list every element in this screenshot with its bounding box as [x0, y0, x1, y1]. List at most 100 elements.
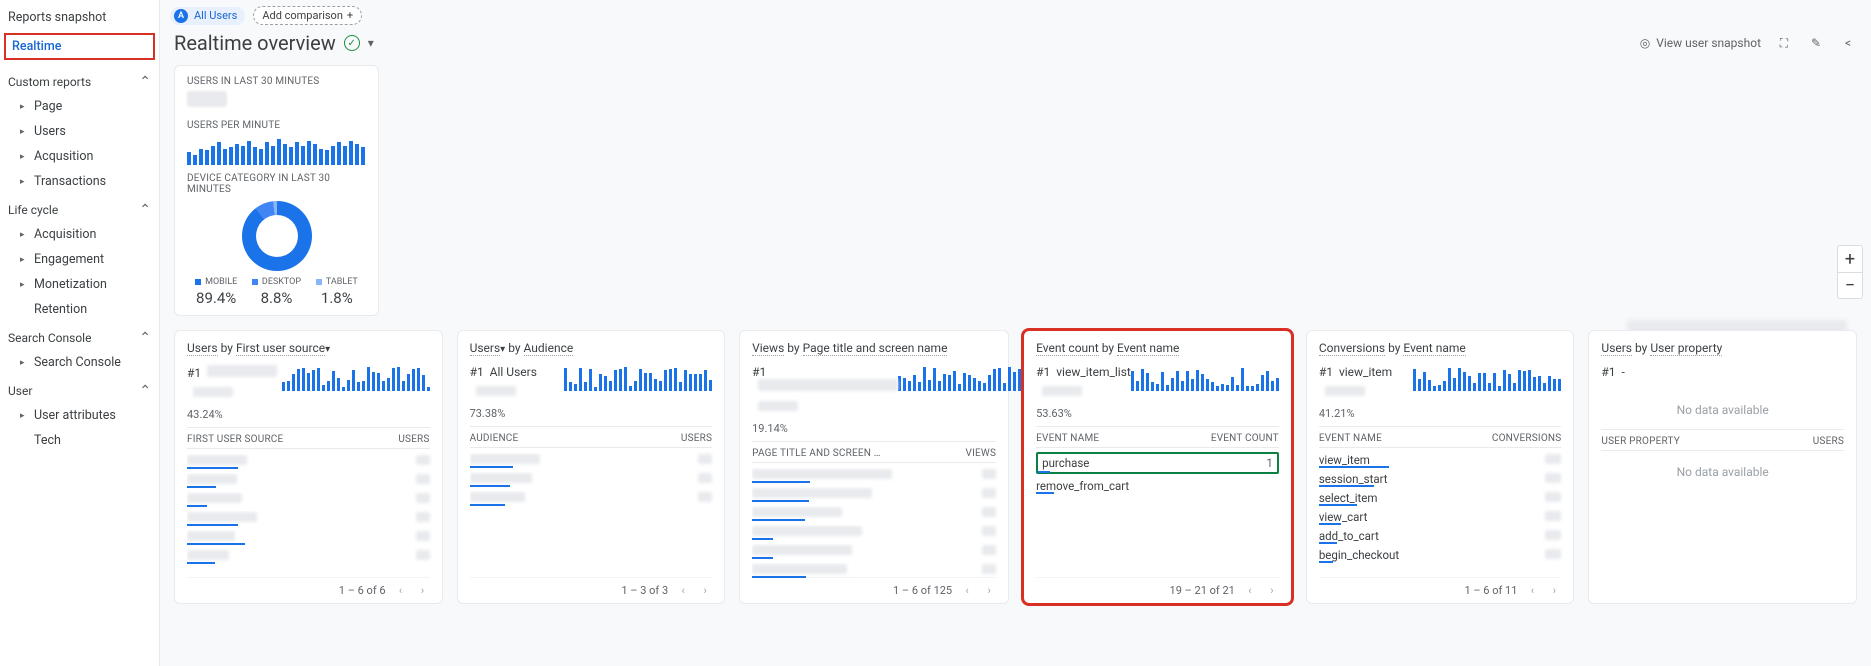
sidebar-section-search[interactable]: Search Console ⌃ [0, 322, 159, 350]
segment-chip-label: All Users [194, 9, 237, 22]
prev-button[interactable]: ‹ [676, 584, 690, 597]
rank-number: #1 [752, 365, 766, 379]
device-category-donut [242, 201, 312, 271]
caret-right-icon: ▸ [20, 411, 28, 421]
status-ok-icon[interactable]: ✓ [344, 35, 360, 51]
sidebar-item-tech[interactable]: ▸Tech [0, 428, 159, 453]
dimension-selector[interactable]: First user source [236, 341, 325, 356]
next-button[interactable]: › [698, 584, 712, 597]
caret-right-icon: ▸ [20, 102, 28, 112]
next-button[interactable]: › [1265, 584, 1279, 597]
sidebar-section-user[interactable]: User ⌃ [0, 375, 159, 403]
sidebar-item-users[interactable]: ▸Users [0, 119, 159, 144]
table-row[interactable]: select_item [1319, 486, 1562, 505]
table-row[interactable] [470, 486, 713, 505]
dimension-selector[interactable]: Event name [1117, 341, 1179, 356]
dimension-selector[interactable]: Page title and screen name [803, 341, 948, 356]
share-icon[interactable]: < [1839, 34, 1857, 52]
prev-button[interactable]: ‹ [394, 584, 408, 597]
chevron-down-icon[interactable]: ▾ [500, 344, 505, 355]
table-row[interactable] [187, 487, 430, 506]
prev-button[interactable]: ‹ [960, 584, 974, 597]
rank-label: view_item [1339, 365, 1392, 379]
sidebar-item-acquisition[interactable]: ▸Acquisition [0, 222, 159, 247]
table-row[interactable]: view_item [1319, 448, 1562, 467]
sidebar-item-monetization[interactable]: ▸Monetization [0, 272, 159, 297]
table-row[interactable] [187, 449, 430, 468]
sidebar-item-transactions[interactable]: ▸Transactions [0, 169, 159, 194]
edit-icon[interactable]: ✎ [1807, 34, 1825, 52]
table-row[interactable] [470, 467, 713, 486]
table-row[interactable] [470, 448, 713, 467]
card-footer: 1 – 6 of 11 ‹ › [1319, 577, 1562, 597]
col-head-a: EVENT NAME [1036, 433, 1099, 444]
zoom-out-button[interactable]: − [1838, 272, 1862, 298]
rank-label: - [1622, 365, 1625, 379]
prev-button[interactable]: ‹ [1525, 584, 1539, 597]
sidebar-item-label: Engagement [34, 252, 104, 267]
sidebar-item-label: Search Console [34, 355, 121, 370]
next-button[interactable]: › [982, 584, 996, 597]
table-row[interactable] [187, 544, 430, 563]
segment-chip-all-users[interactable]: A All Users [170, 7, 245, 25]
table-row[interactable] [752, 463, 996, 482]
table-row[interactable]: remove_from_cart [1036, 474, 1279, 493]
dimension-selector[interactable]: Audience [524, 341, 574, 356]
card-title: Conversions by Event name [1319, 341, 1562, 355]
view-user-snapshot-button[interactable]: ◎ View user snapshot [1640, 36, 1761, 50]
table-row[interactable] [752, 558, 996, 577]
rank-percent: 43.24% [187, 408, 277, 421]
chevron-down-icon[interactable]: ▾ [368, 36, 374, 50]
table-row[interactable]: purchase1 [1036, 452, 1279, 474]
overview-users30-value-redacted [187, 91, 227, 107]
sidebar-item-search-console[interactable]: ▸Search Console [0, 350, 159, 375]
dimension-selector[interactable]: Event name [1403, 341, 1465, 356]
sidebar-section-life[interactable]: Life cycle ⌃ [0, 194, 159, 222]
table-row[interactable]: view_cart [1319, 505, 1562, 524]
table-row[interactable]: begin_checkout [1319, 543, 1562, 562]
sidebar-item-user-attributes[interactable]: ▸User attributes [0, 403, 159, 428]
rows [752, 463, 996, 577]
rank-number: #1 [1601, 365, 1615, 379]
caret-right-icon: ▸ [20, 280, 28, 290]
table-row[interactable] [187, 468, 430, 487]
sidebar-item-reports-snapshot[interactable]: Reports snapshot [0, 4, 159, 31]
caret-right-icon: ▸ [20, 127, 28, 137]
next-button[interactable]: › [416, 584, 430, 597]
rows: view_itemsession_startselect_itemview_ca… [1319, 448, 1562, 562]
metric-selector[interactable]: Views [752, 341, 784, 356]
table-row[interactable] [187, 525, 430, 544]
table-row[interactable]: session_start [1319, 467, 1562, 486]
next-button[interactable]: › [1547, 584, 1561, 597]
metric-selector[interactable]: Event count [1036, 341, 1099, 356]
metric-selector[interactable]: Users [1601, 341, 1632, 356]
zoom-in-button[interactable]: + [1838, 246, 1862, 272]
dimension-selector[interactable]: User property [1650, 341, 1722, 356]
sidebar-item-realtime[interactable]: Realtime [4, 33, 155, 60]
sidebar-item-acqusition[interactable]: ▸Acqusition [0, 144, 159, 169]
table-row[interactable] [752, 539, 996, 558]
table-row[interactable] [752, 501, 996, 520]
caret-right-icon: ▸ [20, 177, 28, 187]
sidebar-item-page[interactable]: ▸Page [0, 94, 159, 119]
metric-selector[interactable]: Users [470, 341, 501, 356]
table-row[interactable] [752, 520, 996, 539]
card-users-by-property: Users by User property #1 - No data avai… [1588, 330, 1857, 604]
sidebar-item-engagement[interactable]: ▸Engagement [0, 247, 159, 272]
overview-users30-label: USERS IN LAST 30 MINUTES [187, 76, 366, 87]
prev-button[interactable]: ‹ [1243, 584, 1257, 597]
fullscreen-icon[interactable]: ⛶ [1775, 34, 1793, 52]
table-row[interactable]: add_to_cart [1319, 524, 1562, 543]
chevron-down-icon[interactable]: ▾ [325, 344, 330, 355]
rank-number: #1 [470, 365, 484, 379]
sidebar-item-retention[interactable]: ▸Retention [0, 297, 159, 322]
metric-selector[interactable]: Users [187, 341, 218, 356]
table-row[interactable] [187, 506, 430, 525]
rank-percent: 53.63% [1036, 407, 1131, 420]
add-comparison-button[interactable]: Add comparison + [253, 6, 362, 25]
sparkline [564, 365, 712, 391]
table-row[interactable] [752, 482, 996, 501]
content: + − USERS IN LAST 30 MINUTES USERS PER M… [160, 65, 1871, 666]
sidebar-section-custom[interactable]: Custom reports ⌃ [0, 66, 159, 94]
metric-selector[interactable]: Conversions [1319, 341, 1385, 356]
